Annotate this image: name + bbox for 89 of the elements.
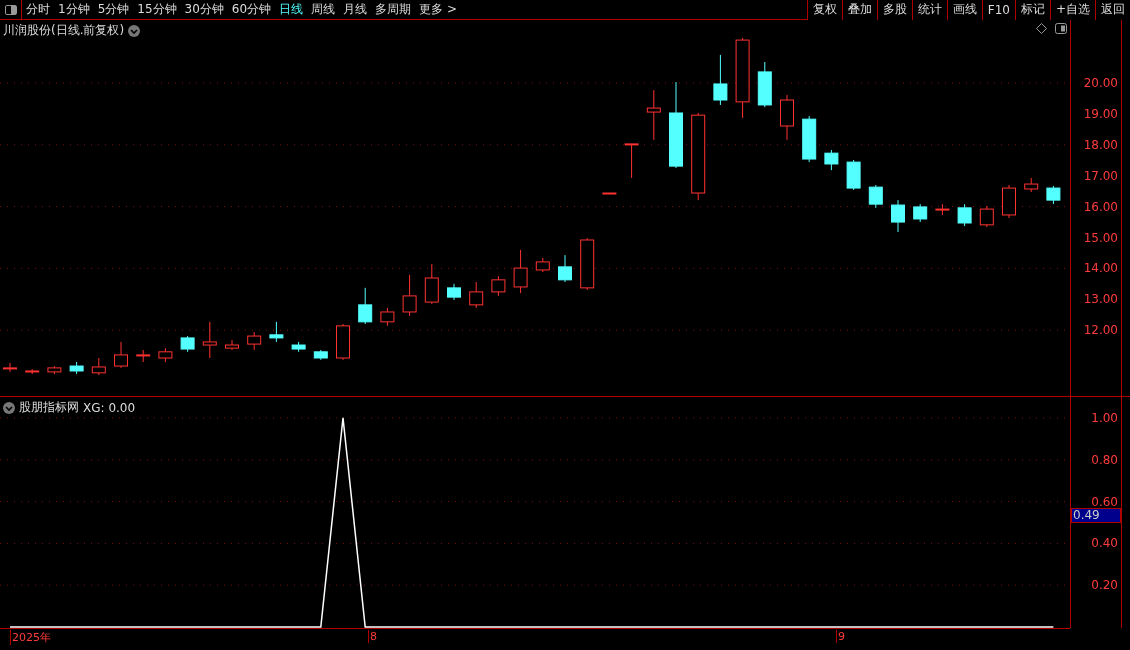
candle: [202, 321, 217, 359]
candle: [624, 143, 639, 179]
period-tab[interactable]: 日线: [275, 1, 308, 18]
candle: [447, 283, 461, 301]
indicator-axis-label: 1.00: [1091, 410, 1118, 425]
dropdown-icon[interactable]: [128, 24, 141, 37]
indicator-axis-label: 0.80: [1091, 452, 1118, 467]
price-axis-label: 20.00: [1083, 76, 1118, 90]
candle: [491, 275, 506, 297]
candle: [3, 362, 17, 373]
cursor-value-label: 0.49: [1071, 508, 1121, 523]
candle: [1024, 177, 1039, 193]
date-axis-label: 9: [836, 630, 845, 643]
toolbar-button[interactable]: 返回: [1095, 0, 1130, 20]
indicator-axis-label: 0.40: [1091, 536, 1118, 551]
price-axis-label: 16.00: [1083, 199, 1118, 214]
indicator-axis-label: 0.60: [1091, 494, 1118, 509]
candle: [47, 365, 62, 375]
candle: [580, 237, 595, 291]
toolbar-button[interactable]: 复权: [806, 0, 842, 20]
panel-toggle-icon[interactable]: [1055, 23, 1067, 34]
candle: [957, 203, 972, 227]
candle: [158, 347, 173, 363]
candle: [824, 149, 839, 171]
indicator-axis-label: 0.20: [1091, 578, 1118, 593]
candle: [136, 349, 151, 363]
candle: [180, 335, 195, 353]
period-tab[interactable]: 1分钟: [54, 1, 94, 18]
candle: [846, 159, 861, 191]
candle: [469, 281, 484, 309]
candle: [291, 341, 306, 353]
candle: [891, 199, 905, 233]
candle: [713, 54, 728, 106]
toolbar-button[interactable]: 标记: [1014, 0, 1050, 20]
candle: [780, 94, 794, 141]
toolbar-button[interactable]: 多股: [876, 0, 912, 20]
toolbar-button[interactable]: +自选: [1049, 0, 1095, 20]
period-tab[interactable]: 5分钟: [93, 1, 134, 18]
price-axis-label: 13.00: [1083, 292, 1118, 307]
candle: [336, 323, 350, 361]
price-axis-label: 19.00: [1083, 106, 1118, 121]
candle: [424, 263, 439, 305]
candle: [913, 203, 928, 223]
period-tab[interactable]: 周线: [307, 1, 340, 18]
candle: [91, 357, 106, 376]
price-axis-label: 12.00: [1083, 323, 1118, 338]
toolbar-button[interactable]: 统计: [911, 0, 947, 20]
candle: [1046, 185, 1061, 205]
indicator-reading: XG: 0.00: [83, 400, 136, 415]
candle: [114, 341, 128, 369]
candle: [380, 307, 395, 327]
period-tab[interactable]: 月线: [339, 1, 372, 18]
price-axis-label: 15.00: [1083, 230, 1118, 245]
candle: [313, 349, 328, 361]
candle: [602, 192, 617, 195]
toolbar-button[interactable]: 叠加: [841, 0, 877, 20]
candle: [358, 287, 373, 325]
indicator-title: 股朋指标网: [19, 399, 79, 416]
candle: [69, 361, 84, 375]
period-tab[interactable]: 分时: [22, 1, 54, 18]
period-tab[interactable]: 更多 >: [415, 1, 461, 18]
toolbar-button[interactable]: 画线: [946, 0, 982, 20]
period-tab[interactable]: 15分钟: [133, 1, 181, 18]
candle: [802, 115, 817, 163]
candle: [225, 339, 239, 351]
period-tab[interactable]: 多周期: [371, 1, 416, 18]
price-axis-label: 17.00: [1083, 168, 1118, 183]
stock-title: 川润股份(日线.前复权): [3, 22, 125, 39]
candle: [247, 331, 262, 351]
candle: [935, 203, 950, 216]
price-axis-label: 14.00: [1083, 261, 1118, 276]
period-tab[interactable]: 30分钟: [180, 1, 228, 18]
price-axis-label: 18.00: [1083, 137, 1118, 152]
candle: [402, 274, 417, 317]
date-axis-label: 8: [368, 630, 377, 643]
candle: [558, 254, 572, 283]
diamond-icon[interactable]: [1036, 23, 1047, 34]
candle: [269, 321, 284, 343]
candle: [979, 205, 994, 228]
period-tab[interactable]: 60分钟: [227, 1, 276, 18]
candle: [513, 249, 528, 294]
dropdown-icon[interactable]: [3, 401, 15, 414]
candle: [646, 89, 661, 141]
candle: [868, 184, 883, 209]
candle: [535, 257, 550, 273]
date-axis-label: 2025年: [10, 630, 51, 645]
toolbar-button[interactable]: F10: [981, 0, 1015, 20]
candle: [1002, 184, 1016, 219]
candle: [757, 61, 772, 108]
